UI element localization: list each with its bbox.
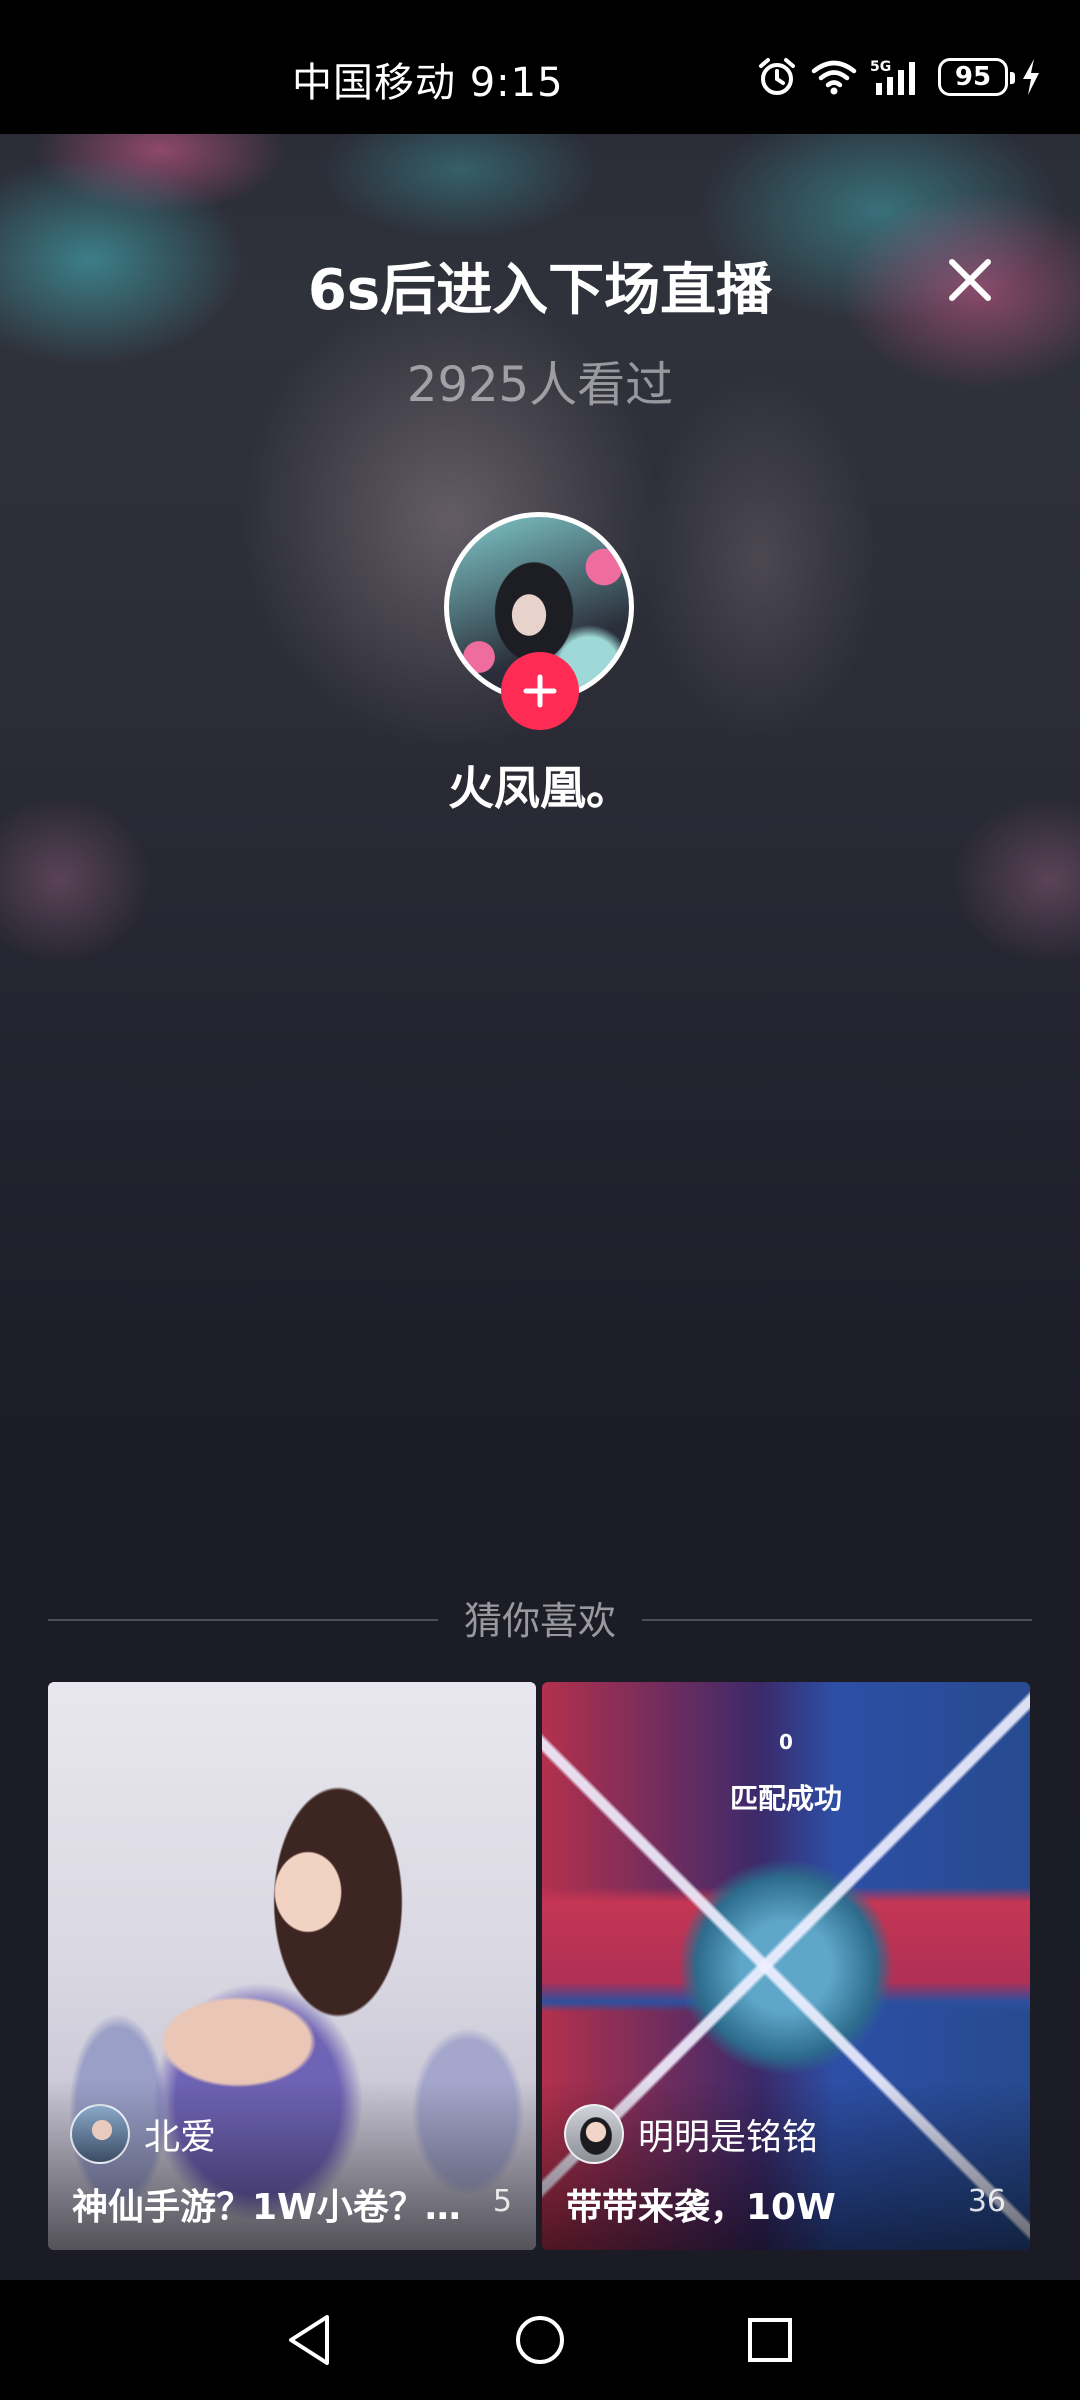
charging-icon bbox=[1023, 59, 1039, 95]
streamer-name: 火凤凰。 bbox=[448, 761, 632, 815]
nav-home-button[interactable] bbox=[510, 2310, 570, 2370]
navigation-bar bbox=[0, 2280, 1080, 2400]
battery-icon: 95 bbox=[938, 58, 1015, 96]
recommend-title: 猜你喜欢 bbox=[463, 1599, 616, 1643]
countdown-title: 6s后进入下场直播 bbox=[307, 258, 773, 323]
svg-text:5G: 5G bbox=[870, 59, 891, 75]
battery-level: 95 bbox=[954, 62, 992, 92]
recommend-header: 猜你喜欢 bbox=[48, 1590, 1032, 1650]
card-username: 北爱 bbox=[144, 2117, 217, 2158]
back-triangle-icon bbox=[289, 2315, 329, 2365]
card-count: 36 bbox=[967, 2184, 1006, 2219]
avatar bbox=[564, 2104, 624, 2164]
alarm-icon bbox=[759, 58, 795, 95]
recommend-card[interactable]: 0 匹配成功 明明是铭铭 带带来袭，10W 36 bbox=[542, 1682, 1030, 2250]
close-icon bbox=[949, 259, 991, 301]
recent-square-icon bbox=[748, 2318, 792, 2362]
card-title: 带带来袭，10W bbox=[566, 2187, 836, 2228]
card-username: 明明是铭铭 bbox=[638, 2117, 819, 2158]
nav-back-button[interactable] bbox=[280, 2310, 340, 2370]
follow-button[interactable] bbox=[501, 652, 579, 730]
card-title: 神仙手游？1W小卷？… bbox=[72, 2187, 461, 2228]
status-carrier-time: 中国移动 9:15 bbox=[292, 60, 564, 106]
avatar bbox=[70, 2104, 130, 2164]
live-end-page: 中国移动 9:15 5G 95 6s后进入下场直播 2925人看过 火凤凰。 猜… bbox=[0, 0, 1080, 2400]
card-user: 明明是铭铭 bbox=[564, 2104, 818, 2164]
plus-icon bbox=[523, 674, 557, 708]
nav-recent-button[interactable] bbox=[740, 2310, 800, 2370]
recommend-card[interactable]: 北爱 神仙手游？1W小卷？… 5 bbox=[48, 1682, 536, 2250]
close-button[interactable] bbox=[940, 250, 1000, 310]
card-count: 5 bbox=[492, 2184, 512, 2219]
viewer-count: 2925人看过 bbox=[406, 357, 674, 413]
signal-5g-icon: 5G bbox=[870, 59, 915, 95]
wifi-icon bbox=[811, 60, 857, 95]
divider-line bbox=[642, 1619, 1032, 1621]
status-bar: 中国移动 9:15 5G 95 bbox=[0, 0, 1080, 134]
card-overlay-text: 匹配成功 bbox=[729, 1782, 842, 1815]
card-user: 北爱 bbox=[70, 2104, 216, 2164]
status-icons: 5G 95 bbox=[756, 52, 1042, 102]
card-overlay-number: 0 bbox=[779, 1730, 793, 1754]
home-circle-icon bbox=[516, 2316, 564, 2364]
